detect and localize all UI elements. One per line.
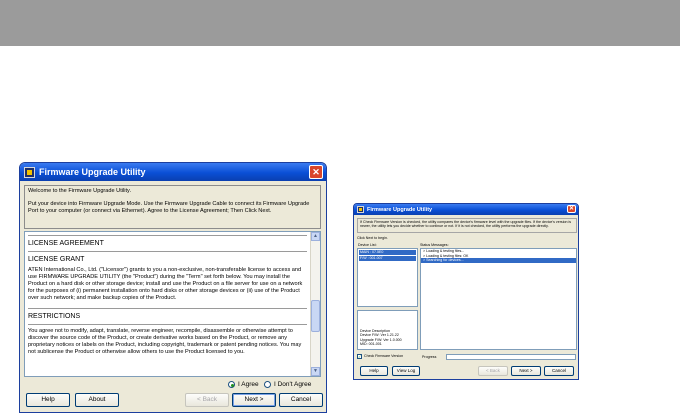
help-button[interactable]: Help [26,393,70,407]
radio-unselected-icon[interactable] [264,381,271,388]
status-messages-label: Status Messages: [420,243,449,247]
close-icon[interactable]: ✕ [567,205,576,213]
welcome-heading: Welcome to the Firmware Upgrade Utility. [28,188,131,194]
scroll-down-icon[interactable]: ▼ [311,367,320,376]
restrictions-heading: RESTRICTIONS [28,313,81,320]
radio-selected-icon[interactable] [228,381,235,388]
device-list[interactable]: MAIN : 07.5E0 F/W : 001.007 [357,248,418,307]
window-titlebar[interactable]: Firmware Upgrade Utility ✕ [354,204,578,215]
divider [28,308,307,309]
window-title: Firmware Upgrade Utility [367,206,433,213]
next-button[interactable]: Next > [232,393,276,407]
divider [28,251,307,252]
app-icon [24,166,35,178]
license-grant-heading: LICENSE GRANT [28,256,85,263]
license-title: LICENSE AGREEMENT [28,240,104,247]
firmware-upgrade-window-license: Firmware Upgrade Utility ✕ Welcome to th… [19,162,327,413]
license-agreement-box[interactable]: LICENSE AGREEMENT LICENSE GRANT ATEN Int… [24,231,321,377]
device-description-panel: Device Description Device F/W: Ver 1.21.… [357,310,418,350]
check-firmware-checkbox[interactable]: ✓ Check Firmware Version [357,354,403,359]
close-icon[interactable]: ✕ [309,165,323,179]
scroll-thumb[interactable] [311,300,320,332]
divider [28,324,307,325]
header-band [0,0,680,46]
next-button[interactable]: Next > [511,366,541,376]
welcome-text: Put your device into Firmware Upgrade Mo… [28,201,310,214]
device-list-item[interactable]: F/W : 001.007 [359,256,416,261]
scroll-up-icon[interactable]: ▲ [311,232,320,241]
license-grant-text: ATEN International Co., Ltd. ("Licensor"… [28,267,303,301]
status-message: > Searching for devices... [421,258,576,263]
view-log-button[interactable]: View Log [392,366,420,376]
progress-label: Progress [422,355,437,359]
cancel-button[interactable]: Cancel [279,393,323,407]
back-button[interactable]: < Back [478,366,508,376]
agree-radio[interactable]: I Agree [228,381,259,388]
welcome-panel: Welcome to the Firmware Upgrade Utility.… [24,185,321,229]
restrictions-text: You agree not to modify, adapt, translat… [28,328,302,355]
firmware-upgrade-window-status: Firmware Upgrade Utility ✕ If Check Firm… [353,203,579,380]
window-title: Firmware Upgrade Utility [39,167,146,177]
agree-label: I Agree [238,381,259,388]
progress-bar [446,354,576,360]
back-button[interactable]: < Back [185,393,229,407]
window-titlebar[interactable]: Firmware Upgrade Utility ✕ [20,163,326,181]
device-list-item[interactable]: MAIN : 07.5E0 [359,250,416,255]
status-messages-list[interactable]: > Loading & testing files... > Loading &… [420,248,577,350]
about-button[interactable]: About [75,393,119,407]
info-text: If Check Firmware Version is checked, th… [357,218,577,233]
license-scrollbar[interactable]: ▲ ▼ [310,232,320,376]
help-button[interactable]: Help [360,366,388,376]
cancel-button[interactable]: Cancel [544,366,574,376]
disagree-label: I Don't Agree [274,381,312,388]
click-next-text: Click Next to begin. [357,236,388,240]
app-icon [357,206,364,213]
device-description-line: MID: 001-001 [360,342,382,347]
check-firmware-label: Check Firmware Version [364,354,404,359]
divider [28,235,307,236]
device-list-label: Device List: [358,243,377,247]
disagree-radio[interactable]: I Don't Agree [264,381,311,388]
checkbox-checked-icon[interactable]: ✓ [357,354,362,359]
